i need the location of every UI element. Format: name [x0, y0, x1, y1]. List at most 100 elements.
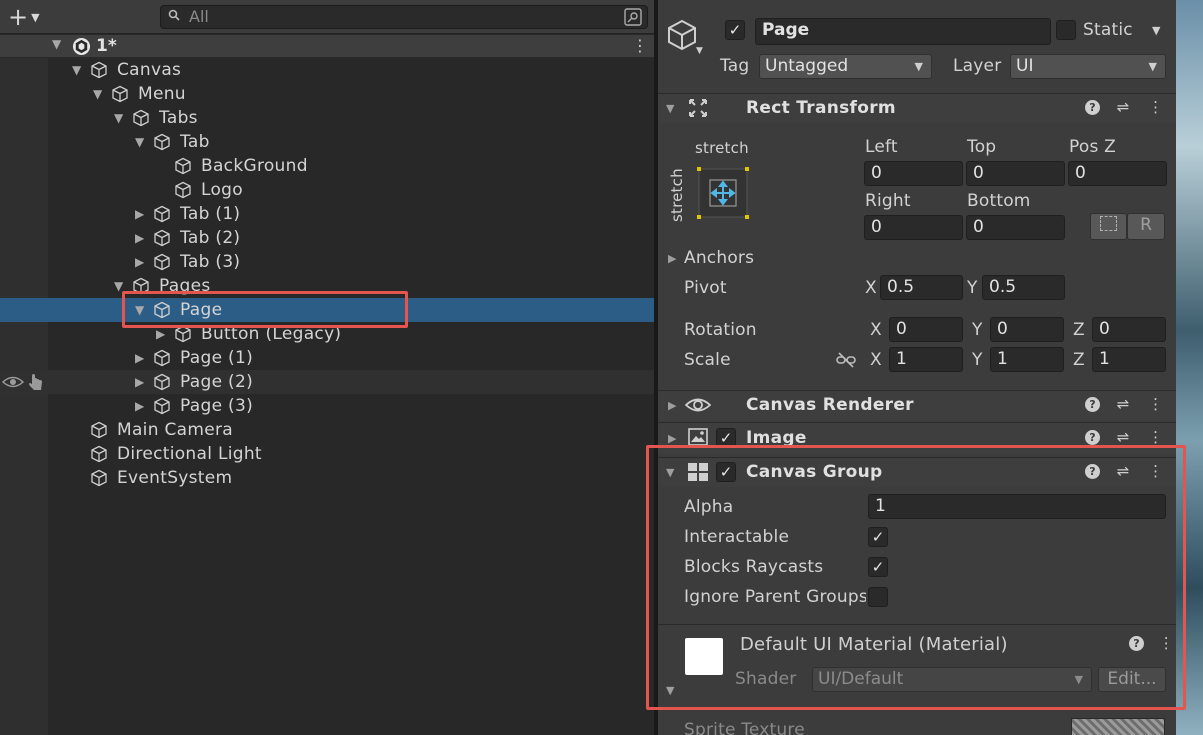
expanded-arrow-icon[interactable]: ▼ [135, 130, 144, 154]
right-field[interactable]: 0 [864, 215, 963, 240]
rotation-x-field[interactable]: 0 [889, 317, 963, 342]
presets-icon[interactable]: ⇌ [1117, 98, 1130, 116]
posz-field[interactable]: 0 [1068, 161, 1167, 186]
expanded-arrow-icon[interactable]: ▼ [72, 58, 81, 82]
expanded-arrow-icon[interactable]: ▼ [114, 106, 123, 130]
gameobject-cube-icon [153, 133, 171, 151]
scale-y-field[interactable]: 1 [990, 347, 1064, 372]
presets-icon[interactable]: ⇌ [1117, 428, 1130, 446]
canvas-renderer-foldout-arrow[interactable]: ▶ [668, 399, 676, 412]
search-input[interactable]: All [160, 5, 648, 29]
rect-transform-foldout-arrow[interactable]: ▼ [666, 102, 674, 115]
hierarchy-item-label: Main Camera [117, 420, 233, 440]
rotation-z-field[interactable]: 0 [1092, 317, 1166, 342]
hierarchy-item[interactable]: Directional Light [0, 442, 654, 466]
image-foldout-arrow[interactable]: ▶ [668, 432, 676, 445]
pivot-y-field[interactable]: 0.5 [982, 275, 1065, 300]
hierarchy-item[interactable]: ▶ Page (1) [0, 346, 654, 370]
page-highlight-box [122, 291, 408, 328]
hierarchy-item[interactable]: ▶ Tab (3) [0, 250, 654, 274]
scene-expand-arrow[interactable]: ▼ [52, 37, 61, 51]
blueprint-mode-button[interactable] [1090, 213, 1127, 240]
pivot-x-field[interactable]: 0.5 [880, 275, 963, 300]
rotation-y-field[interactable]: 0 [990, 317, 1064, 342]
hierarchy-item[interactable]: ▼ Menu [0, 82, 654, 106]
static-dropdown-caret[interactable]: ▼ [1152, 24, 1160, 37]
scene-row[interactable]: ▼ 1* ⋮ [0, 35, 654, 58]
tag-value: Untagged [765, 56, 849, 76]
hierarchy-item-label: Logo [201, 180, 243, 200]
tag-dropdown[interactable]: Untagged ▼ [759, 54, 932, 79]
hierarchy-item[interactable]: Logo [0, 178, 654, 202]
hierarchy-item-label: Canvas [117, 60, 182, 80]
scale-x-field[interactable]: 1 [889, 347, 963, 372]
help-icon[interactable]: ? [1085, 397, 1100, 412]
rotation-x-label: X [870, 320, 882, 340]
collapsed-arrow-icon[interactable]: ▶ [135, 226, 144, 250]
scale-x-label: X [870, 350, 882, 370]
presets-icon[interactable]: ⇌ [1117, 395, 1130, 413]
scene-name: 1* [96, 36, 117, 56]
hierarchy-item[interactable]: Main Camera [0, 418, 654, 442]
plus-icon: + [8, 3, 29, 31]
collapsed-arrow-icon[interactable]: ▶ [135, 202, 144, 226]
hierarchy-item[interactable]: ▼ Tabs [0, 106, 654, 130]
pickable-hand-icon[interactable] [27, 373, 45, 396]
left-field[interactable]: 0 [864, 161, 963, 186]
hierarchy-item[interactable]: BackGround [0, 154, 654, 178]
layer-label: Layer [953, 56, 1002, 76]
hierarchy-item[interactable]: ▼ Canvas [0, 58, 654, 82]
gameobject-cube-icon [153, 349, 171, 367]
scale-z-label: Z [1073, 350, 1085, 370]
constrain-proportions-icon[interactable] [836, 351, 856, 374]
scale-label: Scale [684, 350, 731, 370]
bottom-field[interactable]: 0 [966, 215, 1065, 240]
help-icon[interactable]: ? [1085, 430, 1100, 445]
raw-edit-button[interactable]: R [1127, 213, 1165, 240]
context-menu-icon[interactable]: ⋮ [1148, 428, 1163, 446]
gameobject-cube-icon [153, 253, 171, 271]
anchors-foldout-arrow[interactable]: ▶ [668, 252, 676, 265]
object-name-field[interactable]: Page [755, 18, 1051, 45]
static-label: Static [1083, 20, 1133, 40]
collapsed-arrow-icon[interactable]: ▶ [135, 370, 144, 394]
add-button[interactable]: + ▼ [8, 4, 40, 31]
icon-dropdown-caret[interactable]: ▼ [696, 46, 703, 56]
rotation-z-label: Z [1073, 320, 1085, 340]
collapsed-arrow-icon[interactable]: ▶ [135, 250, 144, 274]
gameobject-cube-icon [90, 469, 108, 487]
search-options-icon[interactable] [624, 8, 642, 31]
right-label: Right [865, 191, 911, 211]
collapsed-arrow-icon[interactable]: ▶ [135, 394, 144, 418]
collapsed-arrow-icon[interactable]: ▶ [135, 346, 144, 370]
left-label: Left [865, 137, 898, 157]
anchor-presets-button[interactable] [696, 166, 750, 220]
hierarchy-item[interactable]: ▼ Tab [0, 130, 654, 154]
gameobject-icon [665, 18, 699, 57]
context-menu-icon[interactable]: ⋮ [1148, 98, 1163, 116]
hierarchy-item[interactable]: ▶ Tab (1) [0, 202, 654, 226]
hierarchy-item[interactable]: ▶ Page (2) [0, 370, 654, 394]
scale-y-label: Y [972, 350, 983, 370]
visibility-eye-icon[interactable] [1, 374, 25, 395]
static-checkbox[interactable] [1056, 20, 1076, 40]
hierarchy-item[interactable]: EventSystem [0, 466, 654, 490]
hierarchy-item-label: Directional Light [117, 444, 262, 464]
scene-menu-icon[interactable]: ⋮ [632, 36, 648, 56]
context-menu-icon[interactable]: ⋮ [1148, 395, 1163, 413]
sprite-texture-label: Sprite Texture [684, 720, 805, 735]
sprite-texture-preview[interactable] [1071, 718, 1165, 735]
gameobject-cube-icon [153, 229, 171, 247]
expanded-arrow-icon[interactable]: ▼ [93, 82, 102, 106]
scale-z-field[interactable]: 1 [1092, 347, 1166, 372]
top-field[interactable]: 0 [966, 161, 1065, 186]
hierarchy-item[interactable]: ▶ Page (3) [0, 394, 654, 418]
active-checkbox[interactable]: ✓ [725, 20, 745, 40]
layer-dropdown[interactable]: UI ▼ [1010, 54, 1166, 79]
bottom-label: Bottom [967, 191, 1031, 211]
help-icon[interactable]: ? [1085, 100, 1100, 115]
tag-label: Tag [720, 56, 750, 76]
chevron-down-icon: ▼ [1148, 60, 1157, 73]
hierarchy-item-label: Tab [180, 132, 210, 152]
hierarchy-item[interactable]: ▶ Tab (2) [0, 226, 654, 250]
